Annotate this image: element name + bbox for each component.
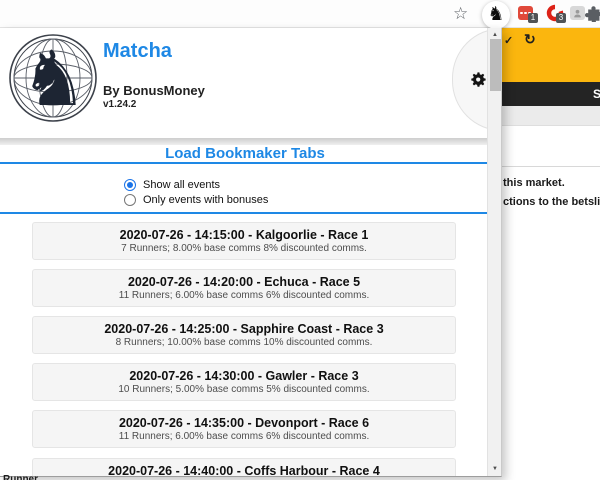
event-title: 2020-07-26 - 14:30:00 - Gawler - Race 3	[129, 369, 359, 383]
browser-toolbar: ☆ ♞ 1 3	[0, 0, 600, 29]
refresh-icon[interactable]: ↻	[524, 31, 536, 48]
popup-title: Matcha	[103, 40, 172, 62]
load-bookmaker-tabs-button[interactable]: Load Bookmaker Tabs	[0, 145, 490, 162]
event-details: 8 Runners; 10.00% base comms 10% discoun…	[115, 337, 373, 348]
dot	[524, 11, 527, 15]
extensions-puzzle-icon[interactable]	[585, 5, 600, 27]
person-icon	[574, 9, 581, 17]
bookmaker-subheader	[502, 106, 600, 126]
header-divider-band	[0, 138, 501, 145]
event-title: 2020-07-26 - 14:40:00 - Coffs Harbour - …	[108, 464, 380, 477]
gray-person-extension-icon[interactable]	[570, 6, 585, 20]
extension-badge-1: 1	[528, 13, 538, 23]
signup-text-fragment: S	[593, 87, 600, 101]
matcha-extension-icon[interactable]: ♞	[482, 1, 510, 29]
svg-text:♞: ♞	[20, 34, 88, 123]
event-title: 2020-07-26 - 14:25:00 - Sapphire Coast -…	[104, 322, 384, 336]
matcha-logo: ♞	[8, 29, 98, 134]
event-card[interactable]: 2020-07-26 - 14:35:00 - Devonport - Race…	[32, 410, 456, 448]
filter-option-show-all[interactable]: Show all events	[124, 178, 220, 192]
event-card[interactable]: 2020-07-26 - 14:20:00 - Echuca - Race 5 …	[32, 269, 456, 307]
radio-show-all-events[interactable]	[124, 179, 136, 191]
radio-label[interactable]: Only events with bonuses	[143, 194, 268, 206]
gear-icon[interactable]	[466, 68, 488, 95]
radio-only-events-with-bonuses[interactable]	[124, 194, 136, 206]
screenshot-stage: ✓ ↻ S this market. ctions to the betslip…	[0, 0, 600, 480]
page-divider-line	[502, 166, 600, 167]
page-text-betslip: ctions to the betslip.	[503, 196, 600, 208]
event-card[interactable]: 2020-07-26 - 14:40:00 - Coffs Harbour - …	[32, 458, 456, 477]
event-card[interactable]: 2020-07-26 - 14:15:00 - Kalgoorlie - Rac…	[32, 222, 456, 260]
event-card[interactable]: 2020-07-26 - 14:25:00 - Sapphire Coast -…	[32, 316, 456, 354]
popup-version: v1.24.2	[103, 99, 137, 110]
event-card[interactable]: 2020-07-26 - 14:30:00 - Gawler - Race 3 …	[32, 363, 456, 401]
bookmark-star-icon[interactable]: ☆	[453, 3, 468, 25]
matcha-popup: ♞ Matcha By BonusMoney v1.24.2 Load Book…	[0, 28, 502, 477]
globe-knight-graphic: ♞	[9, 34, 97, 123]
event-details: 10 Runners; 5.00% base comms 5% discount…	[118, 384, 370, 395]
event-details: 11 Runners; 6.00% base comms 6% discount…	[118, 431, 370, 442]
popup-subtitle: By BonusMoney	[103, 83, 205, 98]
scrollbar-thumb[interactable]	[490, 39, 501, 91]
knight-icon: ♞	[487, 4, 505, 25]
event-details: 7 Runners; 8.00% base comms 8% discounte…	[121, 243, 367, 254]
filter-option-bonuses-only[interactable]: Only events with bonuses	[124, 193, 268, 207]
page-text-runners-fragment: Runner	[3, 474, 38, 480]
bookmaker-nav-bar: S	[502, 82, 600, 106]
scroll-up-arrow[interactable]: ▲	[488, 32, 501, 38]
event-title: 2020-07-26 - 14:35:00 - Devonport - Race…	[118, 416, 370, 430]
check-icon: ✓	[504, 35, 514, 47]
divider-line-bottom	[0, 212, 501, 214]
radio-label[interactable]: Show all events	[143, 179, 220, 191]
divider-line-top	[0, 162, 501, 164]
dot	[520, 11, 523, 15]
popup-scrollbar[interactable]: ▲ ▼	[487, 28, 501, 476]
puzzle-glyph	[585, 6, 600, 24]
gear-glyph	[471, 72, 486, 87]
extension-badge-3: 3	[556, 13, 566, 23]
page-text-market: this market.	[503, 177, 565, 189]
event-title: 2020-07-26 - 14:15:00 - Kalgoorlie - Rac…	[119, 228, 369, 242]
bookmaker-page-header: ✓ ↻	[502, 28, 600, 82]
scroll-down-arrow[interactable]: ▼	[488, 466, 501, 472]
event-title: 2020-07-26 - 14:20:00 - Echuca - Race 5	[127, 275, 361, 289]
event-details: 11 Runners; 6.00% base comms 6% discount…	[118, 290, 370, 301]
